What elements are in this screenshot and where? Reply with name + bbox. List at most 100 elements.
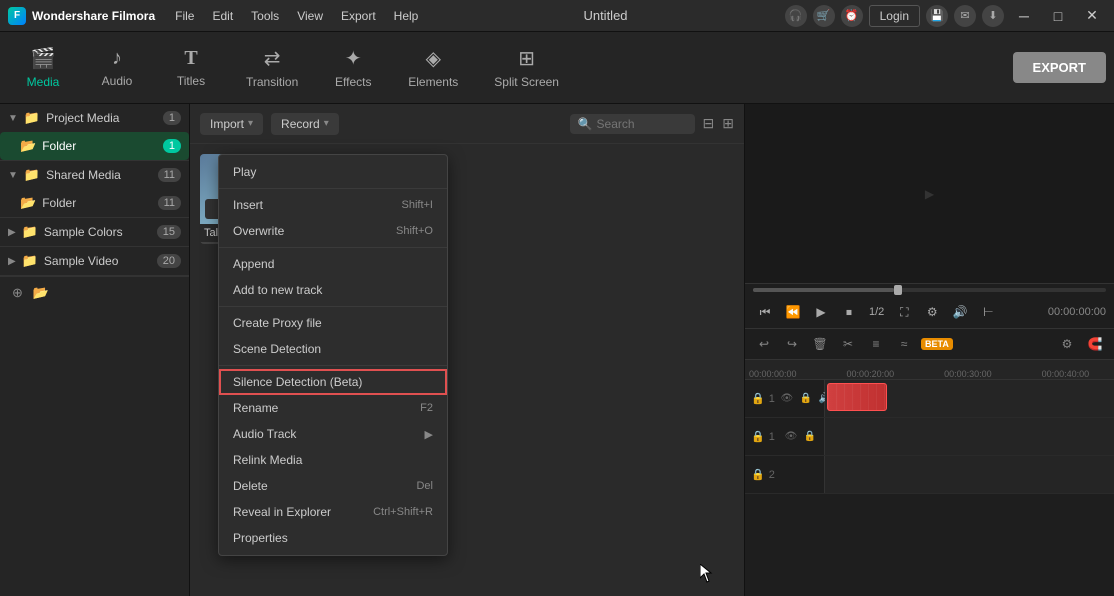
video-track-content[interactable] bbox=[825, 380, 1114, 417]
ctx-play[interactable]: Play bbox=[219, 159, 447, 185]
undo-button[interactable]: ↩ bbox=[753, 333, 775, 355]
elements-tab-icon: ◈ bbox=[426, 46, 441, 71]
login-button[interactable]: Login bbox=[869, 5, 920, 27]
audio-eye-icon[interactable]: 👁 bbox=[783, 429, 799, 445]
maximize-button[interactable]: □ bbox=[1044, 5, 1072, 27]
ctx-rename-label: Rename bbox=[233, 401, 278, 415]
sidebar-item-sample-video[interactable]: ▶ 📁 Sample Video 20 bbox=[0, 247, 189, 275]
step-back-button[interactable]: ⏪ bbox=[781, 300, 805, 324]
ctx-rename[interactable]: Rename F2 bbox=[219, 395, 447, 421]
import-button[interactable]: Import ▾ bbox=[200, 113, 263, 135]
sample-video-count: 20 bbox=[157, 254, 181, 268]
ctx-append-label: Append bbox=[233, 257, 274, 271]
record-label: Record bbox=[281, 117, 320, 131]
ctx-add-to-new-track[interactable]: Add to new track bbox=[219, 277, 447, 303]
ctx-play-label: Play bbox=[233, 165, 256, 179]
tab-elements[interactable]: ◈ Elements bbox=[392, 38, 474, 97]
filter-icon[interactable]: ⊟ bbox=[703, 115, 715, 132]
ctx-delete[interactable]: Delete Del bbox=[219, 473, 447, 499]
mix-button[interactable]: ≡ bbox=[865, 333, 887, 355]
track-area: ↩ ↪ 🗑 ✂ ≡ ≈ BETA ⚙ 🧲 00:00:00:00 00:00:2… bbox=[745, 329, 1114, 596]
search-input[interactable] bbox=[597, 117, 687, 131]
menu-export[interactable]: Export bbox=[333, 6, 384, 26]
alert-icon[interactable]: ⏰ bbox=[841, 5, 863, 27]
cart-icon[interactable]: 🛒 bbox=[813, 5, 835, 27]
ctx-append[interactable]: Append bbox=[219, 251, 447, 277]
tab-splitscreen[interactable]: ⊞ Split Screen bbox=[478, 38, 575, 97]
player-controls: ⏮ ⏪ ▶ ⏹ 1/2 ⛶ ⚙ 🔊 ⊢ 00:00:00:00 bbox=[745, 296, 1114, 329]
ctx-scene-detection[interactable]: Scene Detection bbox=[219, 336, 447, 362]
menu-view[interactable]: View bbox=[289, 6, 331, 26]
speed-selector[interactable]: 1/2 bbox=[865, 300, 888, 324]
project-media-label: Project Media bbox=[46, 111, 157, 125]
ctx-overwrite[interactable]: Overwrite Shift+O bbox=[219, 218, 447, 244]
menu-file[interactable]: File bbox=[167, 6, 202, 26]
video-clip[interactable] bbox=[827, 383, 887, 411]
ctx-insert[interactable]: Insert Shift+I bbox=[219, 192, 447, 218]
preview-panel: ▶ bbox=[745, 104, 1114, 284]
grid-view-icon[interactable]: ⊞ bbox=[722, 115, 734, 132]
volume-button[interactable]: 🔊 bbox=[948, 300, 972, 324]
save-icon[interactable]: 💾 bbox=[926, 5, 948, 27]
menu-tools[interactable]: Tools bbox=[243, 6, 287, 26]
sidebar-item-sample-colors[interactable]: ▶ 📁 Sample Colors 15 bbox=[0, 218, 189, 246]
cut-button[interactable]: ✂ bbox=[837, 333, 859, 355]
redo-button[interactable]: ↪ bbox=[781, 333, 803, 355]
tab-effects[interactable]: ✦ Effects bbox=[318, 38, 388, 97]
audio-lock-icon[interactable]: 🔒 bbox=[802, 429, 818, 445]
audio-track-content[interactable] bbox=[825, 418, 1114, 455]
ctx-audio-track-arrow-icon: ▶ bbox=[425, 428, 433, 441]
folder-icon: 📂 bbox=[20, 195, 36, 211]
minimize-button[interactable]: ─ bbox=[1010, 5, 1038, 27]
folder-icon: 📁 bbox=[22, 224, 38, 240]
tab-titles[interactable]: T Titles bbox=[156, 39, 226, 96]
ctx-create-proxy[interactable]: Create Proxy file bbox=[219, 310, 447, 336]
record-button[interactable]: Record ▾ bbox=[271, 113, 339, 135]
tab-transition[interactable]: ⇄ Transition bbox=[230, 38, 314, 97]
window-title: Untitled bbox=[583, 8, 627, 23]
ctx-properties-label: Properties bbox=[233, 531, 288, 545]
fullscreen-button[interactable]: ⛶ bbox=[892, 300, 916, 324]
context-menu: Play Insert Shift+I Overwrite Shift+O Ap bbox=[218, 154, 448, 556]
snap-button[interactable]: 🧲 bbox=[1084, 333, 1106, 355]
sidebar-item-folder[interactable]: 📂 Folder 1 bbox=[0, 132, 189, 160]
stop-button[interactable]: ⏹ bbox=[837, 300, 861, 324]
fit-button[interactable]: ⊢ bbox=[976, 300, 1000, 324]
tab-media[interactable]: 🎬 Media bbox=[8, 38, 78, 97]
ctx-reveal-explorer[interactable]: Reveal in Explorer Ctrl+Shift+R bbox=[219, 499, 447, 525]
headset-icon[interactable]: 🎧 bbox=[785, 5, 807, 27]
menu-edit[interactable]: Edit bbox=[204, 6, 241, 26]
tab-audio[interactable]: ♪ Audio bbox=[82, 39, 152, 96]
track-settings-button[interactable]: ⚙ bbox=[1056, 333, 1078, 355]
effects-tab-label: Effects bbox=[335, 75, 371, 89]
close-button[interactable]: ✕ bbox=[1078, 5, 1106, 27]
play-button[interactable]: ▶ bbox=[809, 300, 833, 324]
timecode-display: 00:00:00:00 bbox=[1048, 306, 1106, 318]
skip-back-button[interactable]: ⏮ bbox=[753, 300, 777, 324]
playhead[interactable] bbox=[894, 285, 902, 295]
ctx-relink-media[interactable]: Relink Media bbox=[219, 447, 447, 473]
sidebar-item-shared-folder[interactable]: 📂 Folder 11 bbox=[0, 189, 189, 217]
audio-track-2-content[interactable] bbox=[825, 456, 1114, 493]
new-folder-icon[interactable]: 📂 bbox=[33, 285, 49, 301]
delete-track-button[interactable]: 🗑 bbox=[809, 333, 831, 355]
ctx-rename-shortcut: F2 bbox=[420, 402, 433, 414]
audio-track-1: 🔒 1 👁 🔒 bbox=[745, 418, 1114, 456]
settings-button[interactable]: ⚙ bbox=[920, 300, 944, 324]
ctx-properties[interactable]: Properties bbox=[219, 525, 447, 551]
track-lock-icon[interactable]: 🔒 bbox=[798, 391, 814, 407]
track-eye-icon[interactable]: 👁 bbox=[779, 391, 795, 407]
track-controls-bar: ↩ ↪ 🗑 ✂ ≡ ≈ BETA ⚙ 🧲 bbox=[745, 329, 1114, 360]
ctx-audio-track[interactable]: Audio Track ▶ bbox=[219, 421, 447, 447]
download-icon[interactable]: ⬇ bbox=[982, 5, 1004, 27]
ctx-silence-detection[interactable]: Silence Detection (Beta) bbox=[219, 369, 447, 395]
sidebar-item-shared-media[interactable]: ▼ 📁 Shared Media 11 bbox=[0, 161, 189, 189]
ctx-insert-label: Insert bbox=[233, 198, 263, 212]
add-folder-icon[interactable]: ⊕ bbox=[12, 285, 23, 301]
sidebar-item-project-media[interactable]: ▼ 📁 Project Media 1 bbox=[0, 104, 189, 132]
export-button[interactable]: EXPORT bbox=[1013, 52, 1106, 83]
email-icon[interactable]: ✉ bbox=[954, 5, 976, 27]
waveform-button[interactable]: ≈ bbox=[893, 333, 915, 355]
menu-help[interactable]: Help bbox=[386, 6, 427, 26]
titlebar-actions: 🎧 🛒 ⏰ Login 💾 ✉ ⬇ ─ □ ✕ bbox=[785, 5, 1106, 27]
